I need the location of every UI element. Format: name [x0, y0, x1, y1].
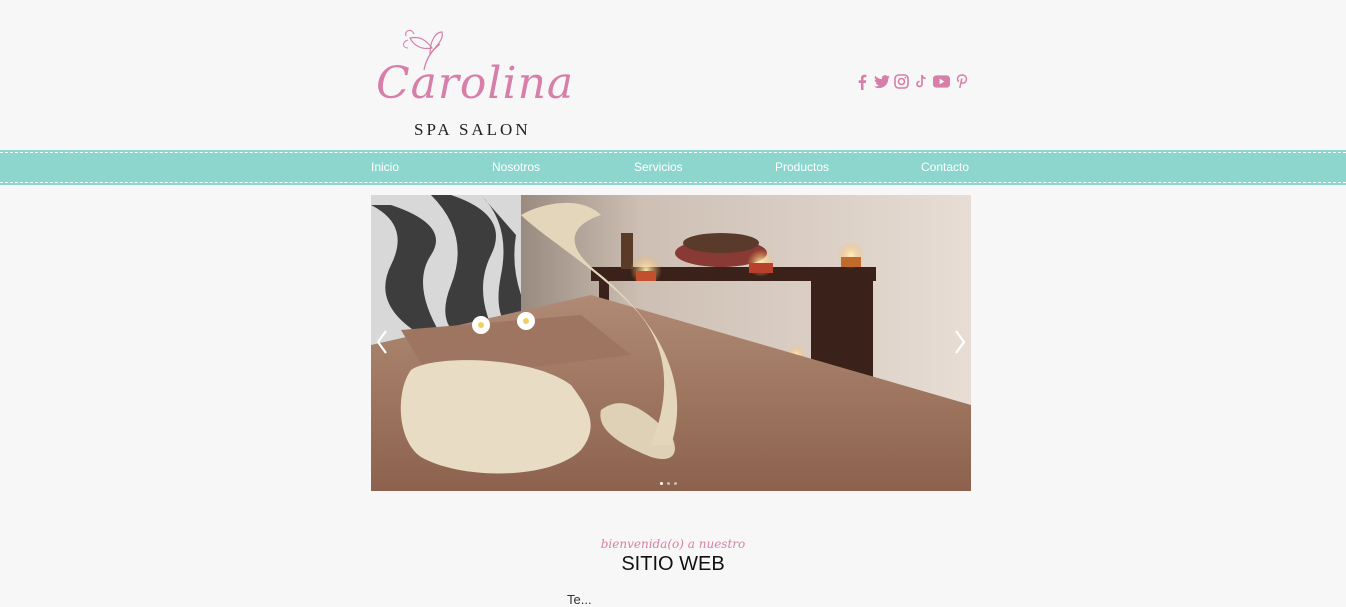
nav-item-productos[interactable]: Productos: [775, 160, 829, 174]
hero-slideshow[interactable]: [371, 195, 971, 491]
nav-item-servicios[interactable]: Servicios: [634, 160, 683, 174]
chevron-right-icon[interactable]: [949, 327, 969, 357]
twitter-icon[interactable]: [873, 73, 890, 90]
logo-tagline: SPA SALON: [414, 120, 531, 139]
chevron-left-icon[interactable]: [373, 327, 393, 357]
section-title: SITIO WEB: [621, 553, 725, 575]
slide-dot[interactable]: [674, 482, 677, 485]
instagram-icon[interactable]: [893, 73, 910, 90]
slide-dot[interactable]: [660, 482, 663, 485]
tiktok-icon[interactable]: [913, 73, 930, 90]
nav-item-inicio[interactable]: Inicio: [371, 160, 399, 174]
intro-paragraph: Te...: [567, 592, 592, 607]
logo-wordmark: Carolina: [376, 58, 575, 109]
pinterest-icon[interactable]: [953, 73, 970, 90]
slide-image: [371, 195, 971, 491]
logo[interactable]: Carolina SPA SALON: [370, 22, 580, 140]
nav-item-nosotros[interactable]: Nosotros: [492, 160, 540, 174]
youtube-icon[interactable]: [933, 73, 950, 90]
slide-dot[interactable]: [667, 482, 670, 485]
slide-pagination: [660, 482, 677, 485]
nav-item-contacto[interactable]: Contacto: [921, 160, 969, 174]
nav-dashed-border-bottom: [0, 182, 1346, 183]
social-bar: [853, 73, 970, 90]
nav-dashed-border-top: [0, 152, 1346, 153]
facebook-icon[interactable]: [853, 73, 870, 90]
main-nav: Inicio Nosotros Servicios Productos Cont…: [0, 150, 1346, 185]
welcome-tagline: bienvenida(o) a nuestro: [600, 537, 746, 551]
